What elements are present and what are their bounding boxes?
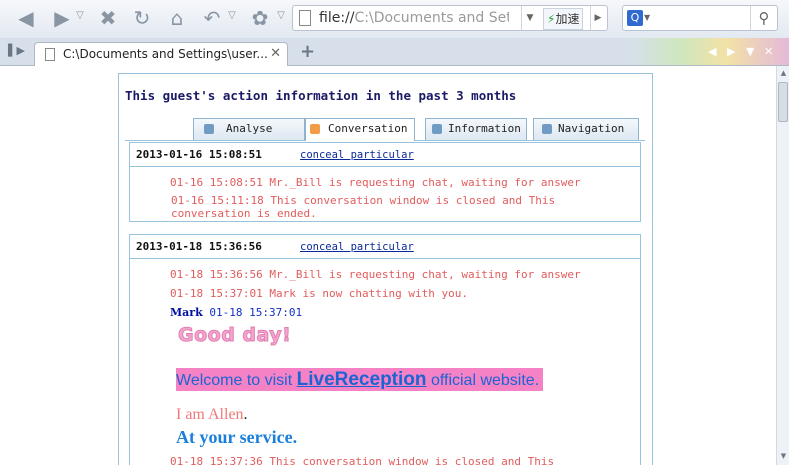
conversation-header: 2013-01-16 15:08:51 conceal particular bbox=[130, 143, 640, 167]
address-bar[interactable]: file://C:\Documents and Setti ▼ ⚡加速 ▶ bbox=[292, 5, 608, 31]
tab-label: Conversation bbox=[328, 122, 408, 135]
log-entry: 01-18 15:36:56 Mr._Bill is requesting ch… bbox=[170, 268, 581, 281]
search-icon[interactable]: ⚲ bbox=[750, 6, 777, 30]
log-entry: 01-18 15:37:36 This conversation window … bbox=[170, 455, 555, 465]
browser-toolbar: ◀ ▶ ▽ ✖ ↻ ⌂ ↶ ▽ ✿ ▽ file://C:\Documents … bbox=[0, 0, 789, 38]
message-intro: I am Allen. bbox=[176, 406, 248, 424]
conversation-block: 2013-01-16 15:08:51 conceal particular 0… bbox=[129, 142, 641, 222]
page-icon bbox=[299, 10, 311, 26]
url-prefix: file:// bbox=[319, 10, 355, 26]
home-icon[interactable]: ⌂ bbox=[165, 6, 189, 30]
search-box[interactable]: Q ▼ ⚲ bbox=[622, 5, 778, 31]
scrollbar-thumb[interactable] bbox=[778, 82, 788, 122]
page-content: This guest's action information in the p… bbox=[0, 66, 776, 465]
tab-title: C:\Documents and Settings\user... bbox=[63, 47, 268, 61]
message-meta: Mark 01-18 15:37:01 bbox=[170, 306, 302, 319]
brand-link[interactable]: LiveReception bbox=[297, 369, 427, 390]
message-welcome: Welcome to visit LiveReception official … bbox=[176, 368, 544, 391]
forward-icon[interactable]: ▶ bbox=[50, 6, 74, 30]
address-dropdown-icon[interactable]: ▼ bbox=[521, 6, 538, 30]
navigation-tab-icon bbox=[542, 124, 552, 134]
sidebar-toggle-icon[interactable]: ▌▶ bbox=[8, 44, 25, 57]
paw-icon[interactable]: ✿ bbox=[248, 6, 272, 30]
go-icon[interactable]: ▶ bbox=[590, 6, 605, 30]
conversation-header: 2013-01-18 15:36:56 conceal particular bbox=[130, 235, 640, 259]
refresh-icon[interactable]: ↻ bbox=[130, 6, 154, 30]
message-greeting: Good day! bbox=[177, 324, 292, 347]
paw-menu-icon[interactable]: ▽ bbox=[275, 10, 287, 24]
tab-page-icon bbox=[45, 48, 55, 61]
tab-analyse[interactable]: Analyse bbox=[193, 118, 305, 140]
tab-scroll-right-icon[interactable]: ▶ bbox=[727, 45, 735, 58]
search-engine-dropdown-icon[interactable]: ▼ bbox=[644, 13, 650, 22]
tab-scroll-left-icon[interactable]: ◀ bbox=[708, 45, 716, 58]
tab-list-icon[interactable]: ▼ bbox=[746, 45, 754, 58]
vertical-scrollbar[interactable]: ▲ ▼ bbox=[776, 66, 789, 465]
undo-icon[interactable]: ↶ bbox=[200, 6, 224, 30]
speed-button[interactable]: ⚡加速 bbox=[543, 8, 584, 30]
scroll-down-icon[interactable]: ▼ bbox=[779, 452, 788, 460]
tab-label: Analyse bbox=[226, 122, 273, 135]
stop-icon[interactable]: ✖ bbox=[96, 6, 120, 30]
tab-navigation[interactable]: Navigation bbox=[533, 118, 639, 140]
conversation-tab-icon bbox=[310, 124, 320, 134]
back-icon[interactable]: ◀ bbox=[14, 6, 38, 30]
conceal-particular-link[interactable]: conceal particular bbox=[300, 241, 414, 253]
log-entry: 01-16 15:08:51 Mr._Bill is requesting ch… bbox=[170, 176, 581, 189]
tab-close-icon[interactable]: ✕ bbox=[270, 46, 281, 61]
speed-label: 加速 bbox=[555, 12, 580, 26]
conversation-date: 2013-01-18 15:36:56 bbox=[136, 240, 262, 253]
message-service: At your service. bbox=[176, 427, 298, 447]
conceal-particular-link[interactable]: conceal particular bbox=[300, 149, 414, 161]
welcome-suffix: official website. bbox=[426, 372, 540, 389]
page-title: This guest's action information in the p… bbox=[125, 88, 517, 103]
message-sender: Mark bbox=[170, 306, 203, 319]
address-url[interactable]: file://C:\Documents and Setti bbox=[319, 10, 509, 26]
log-entry: 01-18 15:37:01 Mark is now chatting with… bbox=[170, 287, 469, 300]
undo-history-icon[interactable]: ▽ bbox=[226, 10, 238, 24]
forward-history-icon[interactable]: ▽ bbox=[74, 10, 86, 24]
tab-label: Navigation bbox=[558, 122, 625, 135]
intro-end: . bbox=[243, 406, 248, 423]
tab-information[interactable]: Information bbox=[425, 118, 527, 140]
browser-tab[interactable]: C:\Documents and Settings\user... ✕ bbox=[34, 42, 288, 66]
log-entry: 01-16 15:11:18 This conversation window … bbox=[171, 194, 556, 220]
message-time: 01-18 15:37:01 bbox=[209, 306, 303, 319]
information-tab-icon bbox=[432, 124, 442, 134]
conversation-date: 2013-01-16 15:08:51 bbox=[136, 148, 262, 161]
scroll-up-icon[interactable]: ▲ bbox=[779, 69, 788, 77]
url-path: C:\Documents and Setti bbox=[354, 10, 509, 26]
close-window-icon[interactable]: ✕ bbox=[764, 45, 773, 58]
analyse-tab-icon bbox=[204, 124, 214, 134]
welcome-prefix: Welcome to visit bbox=[176, 372, 297, 389]
tab-bar: ▌▶ C:\Documents and Settings\user... ✕ +… bbox=[0, 38, 789, 66]
tab-conversation[interactable]: Conversation bbox=[305, 118, 415, 141]
new-tab-button[interactable]: + bbox=[300, 41, 315, 62]
tab-label: Information bbox=[448, 122, 521, 135]
intro-text: I am Allen bbox=[176, 406, 244, 423]
search-engine-icon[interactable]: Q bbox=[627, 10, 643, 26]
